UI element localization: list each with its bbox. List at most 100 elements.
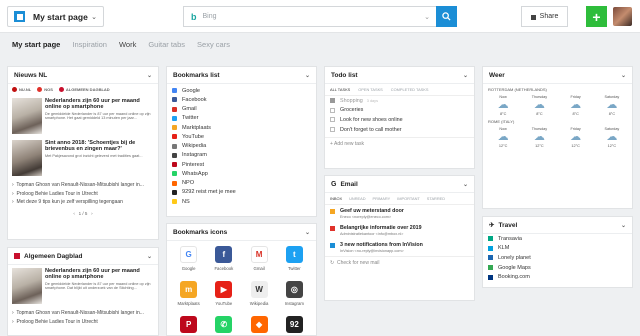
news-article[interactable]: Nederlanders zijn 60 uur per maand onlin… [8, 265, 158, 307]
site-icon [172, 143, 177, 149]
source-tab[interactable]: NU.NL [12, 87, 31, 92]
email-item[interactable]: Geef uw meterstand door Eneco <noreply@en… [325, 205, 474, 222]
cloud-rain-icon: ☁ [497, 99, 509, 111]
bookmark-tile[interactable]: G Google [171, 243, 206, 278]
tab-my-start-page[interactable]: My start page [12, 40, 60, 54]
bookmark-link[interactable]: Wikipedia [172, 142, 311, 151]
bookmark-tile[interactable]: ◆ [242, 313, 277, 336]
chevron-down-icon[interactable]: ⌄ [305, 72, 310, 79]
bookmark-link[interactable]: Google [172, 86, 311, 95]
bookmark-tile[interactable]: f Facebook [206, 243, 241, 278]
share-button[interactable]: Share [521, 6, 568, 27]
bookmark-link[interactable]: Twitter [172, 114, 311, 123]
bookmark-tile[interactable]: P [171, 313, 206, 336]
news-link[interactable]: › Topman Ghosn van Renault-Nissan-Mitsub… [12, 309, 154, 318]
chevron-down-icon[interactable]: ⌄ [305, 229, 310, 236]
search-button[interactable] [436, 6, 457, 27]
page-selector[interactable]: My start page ⌄ [7, 6, 104, 27]
news-link[interactable]: › Met deze 9 tips kun je zelf verspillin… [12, 198, 154, 207]
forecast-day: Friday ☁ 8°C [558, 95, 594, 116]
bookmark-link[interactable]: Instagram [172, 151, 311, 160]
tab-primary[interactable]: PRIMARY [373, 196, 391, 201]
chevron-right-icon[interactable]: › [91, 211, 93, 216]
forecast-day: Thursday ☁ 8°C [521, 95, 557, 116]
bookmark-link[interactable]: Gmail [172, 105, 311, 114]
site-icon [172, 152, 177, 158]
todo-item[interactable]: Groceries [325, 106, 474, 116]
travel-link[interactable]: Transavia [483, 234, 632, 244]
bookmark-tile[interactable]: m Marktplaats [171, 278, 206, 313]
email-item[interactable]: Belangrijke informatie over 2019 Administ… [325, 222, 474, 239]
bookmark-tile[interactable]: ◎ Instagram [277, 278, 312, 313]
cloud-rain-icon: ☁ [606, 99, 618, 111]
travel-link[interactable]: KLM [483, 244, 632, 254]
bookmark-tile[interactable]: M Gmail [242, 243, 277, 278]
todo-items: Shopping 3 days Groceries Look for new shoe… [325, 96, 474, 134]
bookmark-tile[interactable]: ▶ YouTube [206, 278, 241, 313]
chevron-left-icon[interactable]: ‹ [73, 211, 75, 216]
news-link[interactable]: › Proloog Behie Ladies Tour in Utrecht [12, 318, 154, 327]
search-input[interactable]: Bing [203, 13, 425, 20]
tab-inbox[interactable]: INBOX [330, 196, 342, 201]
flag-icon [330, 209, 335, 214]
chevron-down-icon[interactable]: ⌄ [147, 72, 152, 79]
chevron-down-icon[interactable]: ⌄ [463, 181, 468, 188]
todo-item[interactable]: Look for new shoes online [325, 115, 474, 125]
tab-all-tasks[interactable]: ALL TASKS [330, 87, 350, 92]
chevron-down-icon[interactable]: ⌄ [147, 253, 152, 260]
forecast-day: Thursday ☁ 12°C [521, 127, 557, 148]
bookmark-label: WhatsApp [182, 170, 208, 177]
travel-link[interactable]: Lonely planet [483, 253, 632, 263]
forecast-day: Now ☁ 8°C [485, 95, 521, 116]
todo-item[interactable]: Don't forget to call mother [325, 125, 474, 135]
site-icon [488, 265, 493, 271]
news-article[interactable]: Nederlanders zijn 60 uur per maand onlin… [8, 95, 158, 137]
tab-completed-tasks[interactable]: COMPLETED TASKS [391, 87, 429, 92]
checkbox[interactable] [330, 107, 335, 113]
tab-unread[interactable]: UNREAD [349, 196, 365, 201]
news-link[interactable]: › Topman Ghosn van Renault-Nissan-Mitsub… [12, 181, 154, 190]
bookmark-tile[interactable]: ✆ [206, 313, 241, 336]
add-widget-button[interactable]: + [586, 6, 607, 27]
bookmark-link[interactable]: YouTube [172, 132, 311, 141]
tab-open-tasks[interactable]: OPEN TASKS [358, 87, 383, 92]
source-tab[interactable]: NOS [37, 87, 53, 92]
bookmark-link[interactable]: Pinterest [172, 160, 311, 169]
bookmark-link[interactable]: 9292 reist met je mee [172, 188, 311, 197]
bookmark-link[interactable]: Facebook [172, 95, 311, 104]
chevron-down-icon[interactable]: ⌄ [621, 72, 626, 79]
checkbox[interactable] [330, 117, 335, 123]
email-item[interactable]: 3 new notifications from InVision InVisio… [325, 239, 474, 256]
checkbox[interactable] [330, 98, 335, 104]
site-icon: 92 [285, 316, 303, 333]
tab-work[interactable]: Work [119, 40, 136, 54]
travel-link[interactable]: Google Maps [483, 263, 632, 273]
chevron-down-icon[interactable]: ⌄ [424, 13, 430, 21]
bookmark-tile[interactable]: W Wikipedia [242, 278, 277, 313]
check-mail-button[interactable]: ↻ Check for new mail [325, 256, 474, 269]
tab-important[interactable]: IMPORTANT [397, 196, 420, 201]
bookmark-link[interactable]: Marktplaats [172, 123, 311, 132]
travel-link[interactable]: Booking.com [483, 272, 632, 282]
bookmark-tile[interactable]: 92 [277, 313, 312, 336]
email-subject: 3 new notifications from InVision [340, 242, 423, 248]
todo-item[interactable]: Shopping 3 days [325, 96, 474, 106]
tab-inspiration[interactable]: Inspiration [72, 40, 107, 54]
checkbox[interactable] [330, 127, 335, 133]
source-tab[interactable]: ALGEMEEN DAGBLAD [58, 87, 110, 92]
avatar[interactable] [613, 7, 632, 26]
site-icon: ▶ [215, 281, 233, 298]
tab-guitar-tabs[interactable]: Guitar tabs [148, 40, 185, 54]
add-task-button[interactable]: + Add new task [325, 137, 474, 149]
bookmark-link[interactable]: NS [172, 197, 311, 206]
tab-starred[interactable]: STARRED [427, 196, 445, 201]
news-link[interactable]: › Proloog Behie Ladies Tour in Utrecht [12, 190, 154, 199]
bookmark-link[interactable]: WhatsApp [172, 169, 311, 178]
bookmark-tile[interactable]: t Twitter [277, 243, 312, 278]
chevron-down-icon[interactable]: ⌄ [463, 72, 468, 79]
news-article[interactable]: Sint anno 2018: 'Schoentjes bij de briev… [8, 137, 158, 179]
bookmark-label: Gmail [182, 106, 197, 113]
tab-sexy-cars[interactable]: Sexy cars [197, 40, 230, 54]
bookmark-link[interactable]: NPO [172, 179, 311, 188]
chevron-down-icon[interactable]: ⌄ [621, 222, 626, 229]
